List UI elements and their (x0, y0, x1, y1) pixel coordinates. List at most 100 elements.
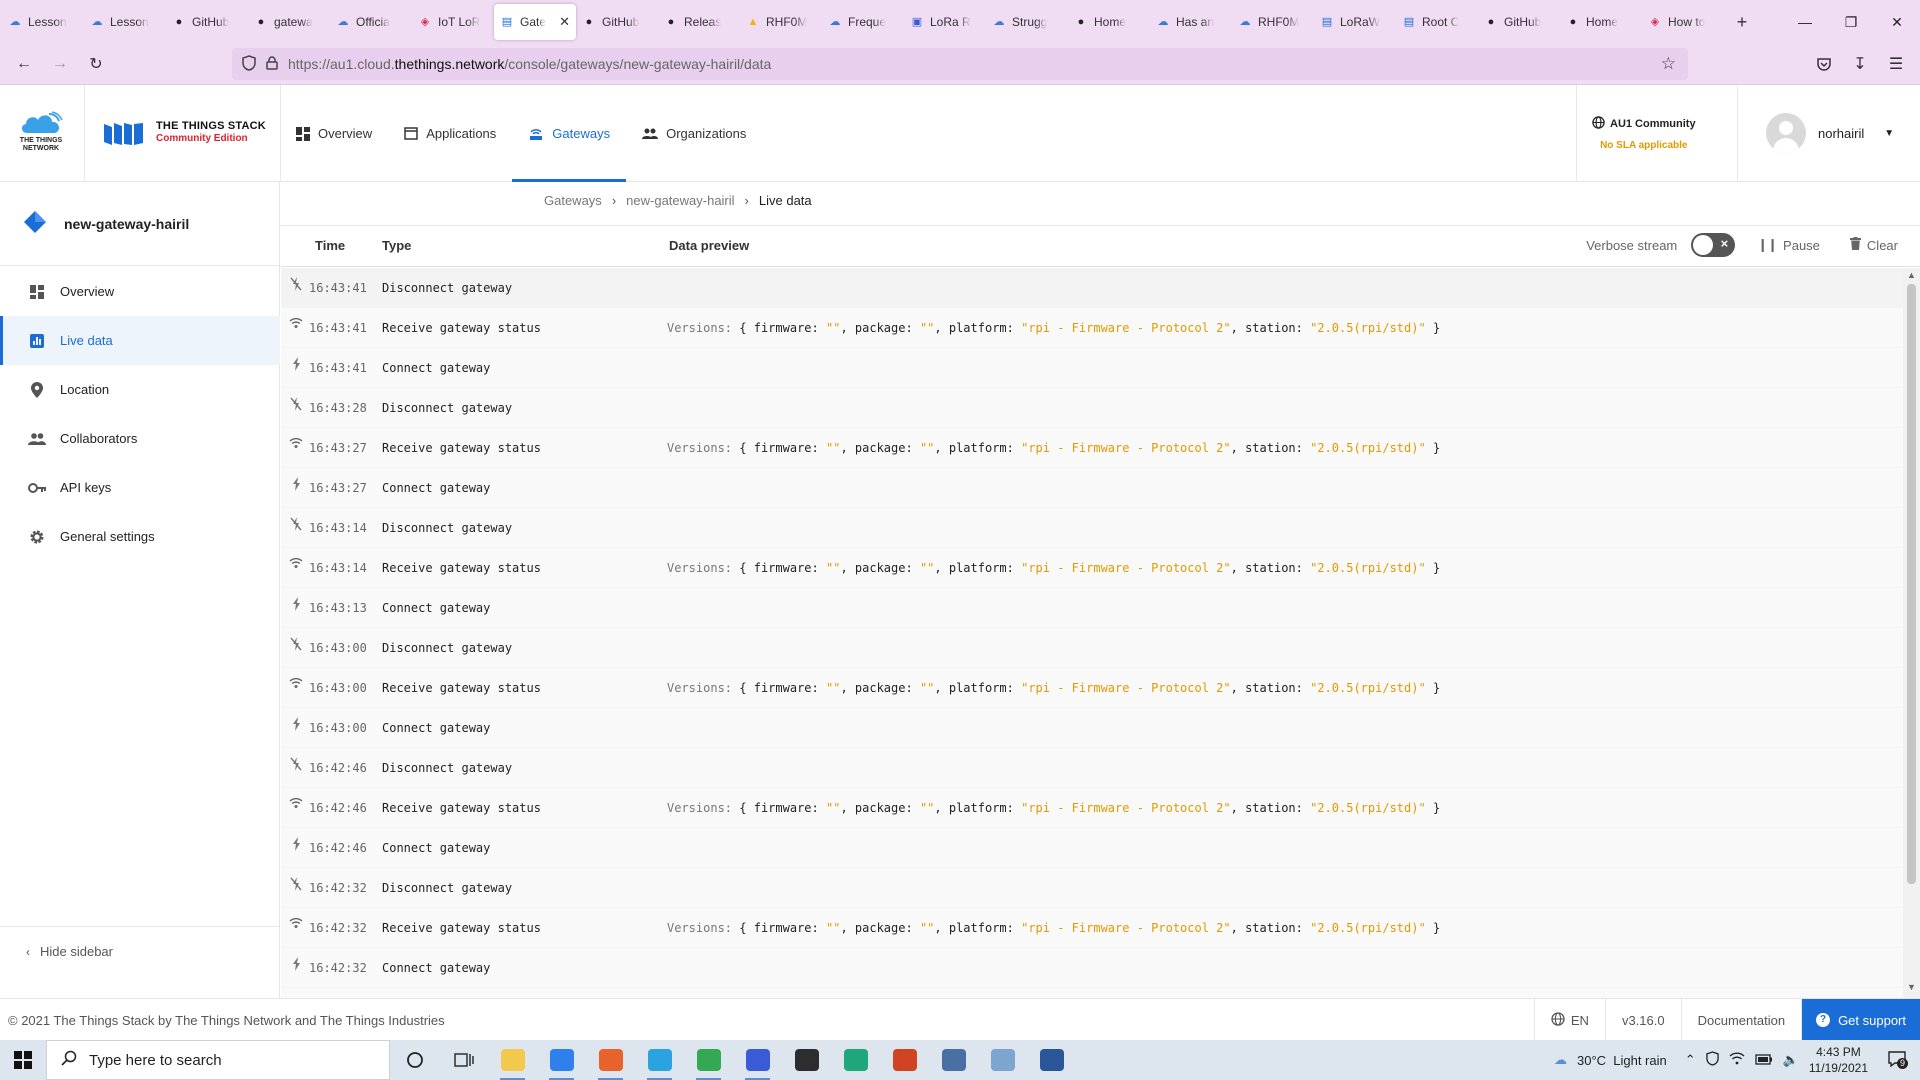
back-arrow-icon[interactable]: ← (6, 48, 42, 80)
chrome-icon[interactable] (684, 1040, 733, 1080)
sidebar-item-location[interactable]: Location (0, 365, 280, 414)
breadcrumb-gateways[interactable]: Gateways (544, 193, 602, 208)
event-row[interactable]: 16:42:32 Connect gateway (281, 948, 1903, 988)
event-row[interactable]: 16:42:46 Connect gateway (281, 828, 1903, 868)
browser-tab[interactable]: ▤ Gate ✕ (494, 4, 576, 40)
avatar[interactable] (1766, 113, 1806, 153)
event-row[interactable]: 16:43:41 Disconnect gateway (281, 268, 1903, 308)
taskbar-search-box[interactable]: Type here to search (46, 1040, 390, 1080)
language-selector[interactable]: EN (1533, 999, 1605, 1041)
sidebar-item-collaborators[interactable]: Collaborators (0, 414, 280, 463)
pocket-icon[interactable] (1806, 48, 1842, 80)
minimize-icon[interactable]: — (1782, 0, 1828, 44)
restore-icon[interactable]: ❐ (1828, 0, 1874, 44)
event-row[interactable]: 16:43:00 Receive gateway status Versions: … (281, 668, 1903, 708)
file-manager-icon[interactable] (978, 1040, 1027, 1080)
browser-tab[interactable]: ● Home (1068, 4, 1150, 40)
new-tab-button[interactable]: + (1724, 4, 1760, 40)
close-window-icon[interactable]: ✕ (1874, 0, 1920, 44)
speaker-icon[interactable]: 🔈 (1783, 1052, 1799, 1068)
reload-icon[interactable]: ↻ (78, 48, 114, 80)
weather-text[interactable]: 30°C Light rain (1577, 1053, 1667, 1068)
close-tab-icon[interactable]: ✕ (559, 14, 570, 30)
user-dropdown[interactable]: norhairil ▼ (1766, 113, 1894, 153)
event-row[interactable]: 16:43:14 Disconnect gateway (281, 508, 1903, 548)
event-row[interactable]: 16:43:13 Connect gateway (281, 588, 1903, 628)
browser-tab[interactable]: ☁ Officia (330, 4, 412, 40)
browser-tab[interactable]: ● GitHub (166, 4, 248, 40)
get-support-button[interactable]: ? Get support (1801, 999, 1920, 1041)
edge-icon[interactable] (831, 1040, 880, 1080)
wifi-icon[interactable] (1729, 1052, 1745, 1068)
scroll-up-icon[interactable]: ▲ (1903, 270, 1920, 284)
things-stack-logo[interactable] (102, 121, 148, 147)
browser-tab[interactable]: ☁ Strugg (986, 4, 1068, 40)
event-row[interactable]: 16:43:41 Receive gateway status Versions: … (281, 308, 1903, 348)
word-icon[interactable] (1027, 1040, 1076, 1080)
task-view-icon[interactable] (439, 1040, 488, 1080)
events-list[interactable]: 16:43:41 Disconnect gateway 16:43:41 Receiv… (281, 268, 1903, 998)
browser-tab[interactable]: ● Home (1560, 4, 1642, 40)
event-row[interactable]: 16:43:41 Connect gateway (281, 348, 1903, 388)
forward-arrow-icon[interactable]: → (42, 48, 78, 80)
browser-tab[interactable]: ☁ Lesson (2, 4, 84, 40)
browser-tab[interactable]: ☁ Lesson (84, 4, 166, 40)
file-explorer-icon[interactable] (488, 1040, 537, 1080)
taskbar-clock[interactable]: 4:43 PM 11/19/2021 (1809, 1044, 1868, 1076)
cortana-icon[interactable] (390, 1040, 439, 1080)
scrollbar-thumb[interactable] (1907, 284, 1916, 884)
url-text[interactable]: https://au1.cloud.thethings.network/cons… (288, 56, 771, 72)
browser-tab[interactable]: ▤ LoRaW (1314, 4, 1396, 40)
hide-sidebar-button[interactable]: ‹ Hide sidebar (0, 926, 280, 976)
sticky-notes-icon[interactable] (782, 1040, 831, 1080)
event-row[interactable]: 16:42:46 Receive gateway status Versions: … (281, 788, 1903, 828)
event-row[interactable]: 16:43:00 Connect gateway (281, 708, 1903, 748)
firefox-icon[interactable] (586, 1040, 635, 1080)
event-row[interactable]: 16:43:28 Disconnect gateway (281, 388, 1903, 428)
browser-tab[interactable]: ● GitHub (576, 4, 658, 40)
lock-icon[interactable] (266, 55, 278, 73)
event-row[interactable]: 16:43:27 Connect gateway (281, 468, 1903, 508)
sidebar-item-api-keys[interactable]: API keys (0, 463, 280, 512)
nav-overview[interactable]: Overview (280, 85, 388, 182)
event-row[interactable]: 16:43:14 Receive gateway status Versions: … (281, 548, 1903, 588)
ttn-logo[interactable]: THE THINGS NETWORK (16, 111, 66, 155)
telegram-icon[interactable] (635, 1040, 684, 1080)
event-row[interactable]: 16:43:00 Disconnect gateway (281, 628, 1903, 668)
notification-center-icon[interactable]: 9 (1888, 1050, 1909, 1070)
browser-tab[interactable]: ☁ RHF0M (1232, 4, 1314, 40)
event-row[interactable]: 16:42:32 Disconnect gateway (281, 868, 1903, 908)
browser-tab[interactable]: ▲ RHF0M (740, 4, 822, 40)
caret-down-icon[interactable]: ▼ (1884, 128, 1894, 139)
browser-tab[interactable]: ▤ Root C (1396, 4, 1478, 40)
event-row[interactable]: 16:42:32 Receive gateway status Versions: … (281, 908, 1903, 948)
event-row[interactable]: 16:43:27 Receive gateway status Versions: … (281, 428, 1903, 468)
scroll-down-icon[interactable]: ▼ (1903, 982, 1920, 996)
browser-tab[interactable]: ☁ Freque (822, 4, 904, 40)
browser-tab[interactable]: ◈ IoT LoR (412, 4, 494, 40)
browser-tab[interactable]: ◈ How to (1642, 4, 1724, 40)
remote-desktop-icon[interactable] (929, 1040, 978, 1080)
browser-tab[interactable]: ● GitHub (1478, 4, 1560, 40)
browser-tab[interactable]: ☁ Has an (1150, 4, 1232, 40)
bookmark-star-icon[interactable]: ☆ (1661, 54, 1676, 74)
sidebar-item-live-data[interactable]: Live data (0, 316, 280, 365)
browser-tab[interactable]: ● Releas (658, 4, 740, 40)
hamburger-menu-icon[interactable]: ☰ (1878, 48, 1914, 80)
event-row[interactable]: 16:42:46 Disconnect gateway (281, 748, 1903, 788)
tray-overflow-icon[interactable]: ⌃ (1685, 1052, 1696, 1068)
events-scrollbar[interactable]: ▲ ▼ (1903, 268, 1920, 998)
weather-icon[interactable]: ☁ (1554, 1052, 1567, 1068)
documentation-link[interactable]: Documentation (1680, 999, 1801, 1041)
powerpoint-icon[interactable] (880, 1040, 929, 1080)
sidebar-item-general-settings[interactable]: General settings (0, 512, 280, 561)
browser-tab[interactable]: ● gatewa (248, 4, 330, 40)
address-bar[interactable]: https://au1.cloud.thethings.network/cons… (232, 48, 1688, 80)
battery-icon[interactable] (1754, 1053, 1773, 1068)
download-icon[interactable]: ↧ (1842, 48, 1878, 80)
pause-button[interactable]: ❙❙ Pause (1757, 237, 1820, 253)
windows-start-icon[interactable] (0, 1040, 46, 1080)
breadcrumb-gateway[interactable]: new-gateway-hairil (626, 193, 734, 208)
defender-shield-icon[interactable] (1705, 1051, 1719, 1069)
user-name[interactable]: norhairil (1818, 126, 1864, 141)
